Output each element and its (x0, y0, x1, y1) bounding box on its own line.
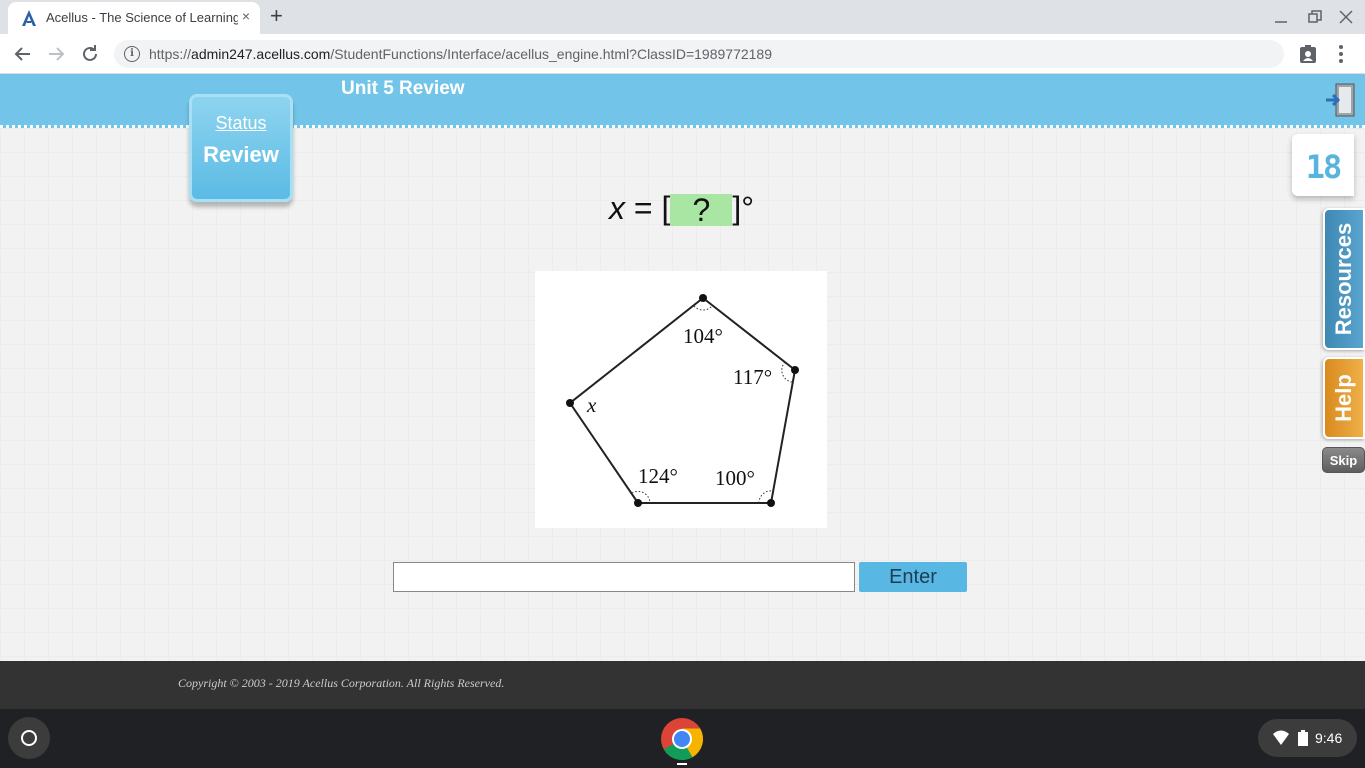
exit-door-icon[interactable] (1324, 80, 1358, 120)
angle-label-100: 100° (715, 466, 755, 490)
close-tab-icon[interactable]: × (238, 8, 254, 24)
new-tab-button[interactable]: + (270, 3, 283, 29)
answer-input[interactable] (393, 562, 855, 592)
angle-arc-top (693, 305, 713, 311)
url-host: admin247.acellus.com (191, 46, 331, 62)
vertex-top (699, 294, 707, 302)
battery-icon (1298, 730, 1308, 746)
url-scheme: https:// (149, 46, 192, 62)
enter-button[interactable]: Enter (859, 562, 967, 592)
unknown-angle-label: x (586, 393, 597, 417)
angle-label-104: 104° (683, 324, 723, 348)
status-link[interactable]: Status (192, 113, 290, 134)
pentagon-diagram: 104° 117° 100° 124° x (566, 294, 799, 507)
menu-kebab-icon[interactable] (1330, 43, 1352, 65)
url-text: https://admin247.acellus.com/StudentFunc… (149, 46, 772, 62)
forward-arrow-icon[interactable] (44, 42, 68, 66)
close-window-icon[interactable] (1339, 10, 1353, 24)
browser-tab[interactable]: Acellus - The Science of Learning × (8, 2, 260, 34)
help-tab[interactable]: Help (1323, 357, 1365, 439)
status-card[interactable]: Status Review (189, 94, 293, 202)
site-info-icon[interactable]: i (124, 46, 140, 62)
launcher-icon[interactable] (8, 717, 50, 759)
unit-title: Unit 5 Review (341, 78, 465, 99)
running-app-indicator (677, 763, 687, 765)
reload-icon[interactable] (78, 42, 102, 66)
counter-value: 18 (1305, 148, 1343, 186)
question-variable: x (609, 190, 625, 226)
tab-title: Acellus - The Science of Learning (46, 10, 238, 25)
address-bar[interactable]: i https://admin247.acellus.com/StudentFu… (114, 40, 1284, 68)
question-counter: 18 (1292, 134, 1354, 196)
page-footer: Copyright © 2003 - 2019 Acellus Corporat… (0, 661, 1365, 709)
angle-label-124: 124° (638, 464, 678, 488)
browser-tabstrip: Acellus - The Science of Learning × + (0, 0, 1365, 34)
vertex-bottom-right (767, 499, 775, 507)
angle-arc-right (781, 361, 793, 383)
resources-label: Resources (1331, 222, 1356, 336)
acellus-logo-icon (22, 10, 36, 26)
vertex-right (791, 366, 799, 374)
chrome-browser-icon[interactable] (660, 717, 704, 761)
system-tray[interactable]: 9:46 (1258, 719, 1357, 757)
question-equals: = [ (625, 190, 671, 226)
clock: 9:46 (1315, 730, 1343, 746)
skip-button[interactable]: Skip (1322, 447, 1365, 473)
answer-placeholder-box: ? (670, 193, 733, 226)
copyright-text: Copyright © 2003 - 2019 Acellus Corporat… (178, 676, 505, 690)
help-label: Help (1331, 374, 1356, 422)
url-path: /StudentFunctions/Interface/acellus_engi… (330, 46, 773, 62)
vertex-bottom-left (634, 499, 642, 507)
wifi-icon (1273, 730, 1289, 745)
resources-tab[interactable]: Resources (1323, 208, 1365, 350)
angle-label-117: 117° (733, 365, 772, 389)
restore-icon[interactable] (1308, 10, 1322, 24)
back-arrow-icon[interactable] (11, 42, 35, 66)
minimize-icon[interactable] (1274, 10, 1288, 24)
pentagon-figure: 104° 117° 100° 124° x (535, 271, 827, 528)
question-suffix: ]° (732, 190, 755, 226)
review-label: Review (203, 142, 279, 167)
os-shelf: 9:46 (0, 709, 1365, 768)
browser-toolbar: i https://admin247.acellus.com/StudentFu… (0, 34, 1365, 74)
question-equation: x = [?]° (609, 190, 754, 234)
profile-badge-icon[interactable] (1297, 43, 1319, 65)
vertex-left (566, 399, 574, 407)
